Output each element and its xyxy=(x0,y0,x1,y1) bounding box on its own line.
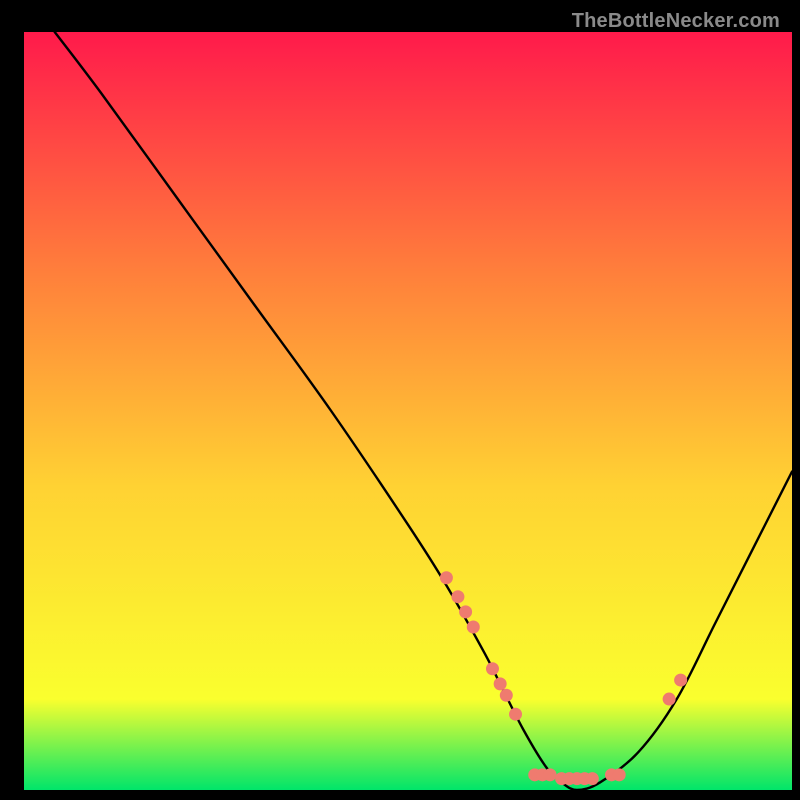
data-marker xyxy=(509,708,522,721)
data-marker xyxy=(674,674,687,687)
data-marker xyxy=(663,693,676,706)
data-marker xyxy=(451,590,464,603)
data-marker xyxy=(440,571,453,584)
data-marker xyxy=(459,605,472,618)
data-marker xyxy=(544,768,557,781)
data-marker xyxy=(494,677,507,690)
data-marker xyxy=(613,768,626,781)
data-marker xyxy=(500,689,513,702)
attribution-watermark: TheBottleNecker.com xyxy=(572,10,780,33)
data-marker xyxy=(486,662,499,675)
chart-frame: TheBottleNecker.com xyxy=(8,8,792,792)
data-marker xyxy=(467,621,480,634)
bottleneck-chart xyxy=(8,8,792,792)
data-marker xyxy=(586,772,599,785)
